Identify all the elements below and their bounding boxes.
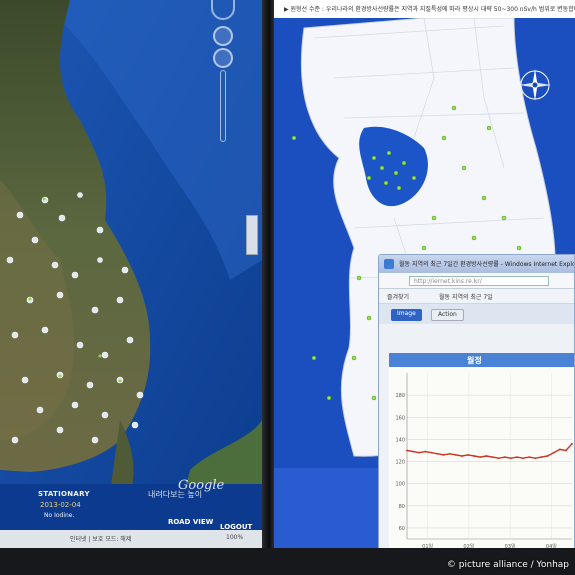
data-point — [442, 453, 445, 456]
info-bar: ▶ 원형선 수준 : 우리나라의 환경방사선량률은 지역과 지질특성에 따라 평… — [274, 0, 575, 18]
address-bar: http://iernet.kins.re.kr/ — [379, 273, 574, 289]
data-point — [412, 450, 415, 453]
compass-icon — [519, 69, 551, 101]
y-tick-label: 160 — [395, 415, 405, 421]
y-tick-label: 60 — [399, 526, 405, 532]
road-view-button[interactable]: ROAD VIEW — [168, 518, 213, 526]
radiation-line-chart: 60 80 100 120 140 160 180 01일 02일 03일 04일 — [389, 367, 574, 553]
view-tabs: Image Action — [379, 304, 574, 324]
data-point — [430, 451, 433, 454]
y-tick-label: 180 — [395, 393, 405, 399]
zoom-out-icon[interactable] — [213, 48, 233, 68]
data-point — [479, 456, 482, 459]
pan-control-icon[interactable] — [211, 0, 235, 20]
data-point — [424, 450, 427, 453]
y-tick-label: 120 — [395, 460, 405, 466]
data-point — [406, 449, 408, 452]
data-point — [540, 456, 543, 459]
station-note: No Iodine. — [44, 512, 75, 519]
status-text: 인터넷 | 보호 모드: 해제 — [70, 536, 132, 543]
y-tick-label: 100 — [395, 482, 405, 488]
data-point — [534, 457, 537, 460]
info-bar-text: ▶ 원형선 수준 : 우리나라의 환경방사선량률은 지역과 지질특성에 따라 평… — [284, 6, 575, 13]
data-point — [473, 455, 476, 457]
chart-svg: 608010012014016018001일 02일 03일 04일 — [395, 373, 573, 550]
chart-header: 월정 — [389, 353, 574, 367]
page-tab[interactable]: 월동 지역의 최근 7일 — [439, 292, 493, 301]
tab-action[interactable]: Action — [431, 309, 464, 321]
data-point — [522, 457, 525, 460]
data-point — [497, 457, 500, 460]
data-point — [552, 451, 555, 454]
zoom-level[interactable]: 100% — [226, 534, 243, 541]
radiation-chart-window[interactable]: 월동 지역의 최근 7일간 환경방사선량률 - Windows Internet… — [378, 254, 575, 554]
address-field[interactable]: http://iernet.kins.re.kr/ — [409, 276, 549, 286]
monitor-bezel — [262, 0, 274, 575]
data-point — [418, 451, 421, 454]
data-point — [558, 448, 561, 451]
data-point — [571, 442, 573, 445]
browser-icon — [384, 259, 394, 269]
data-point — [467, 453, 470, 456]
data-point — [564, 449, 567, 452]
data-point — [509, 457, 512, 460]
data-point — [448, 452, 451, 455]
address-text: http://iernet.kins.re.kr/ — [414, 278, 482, 285]
data-point — [516, 456, 518, 459]
zoom-in-icon[interactable] — [213, 26, 233, 46]
photo-credit: © picture alliance / Yonhap — [446, 560, 569, 570]
y-tick-label: 80 — [399, 504, 405, 510]
chart-title: 월정 — [467, 356, 482, 365]
data-point — [485, 455, 488, 457]
window-titlebar[interactable]: 월동 지역의 최근 7일간 환경방사선량률 - Windows Internet… — [379, 255, 574, 273]
tab-image[interactable]: Image — [391, 309, 422, 321]
left-monitor-screen: Google 내려다보는 높이 STATIONARY 2013-02-04 No… — [0, 0, 262, 548]
y-tick-label: 140 — [395, 437, 405, 443]
browser-status-bar: 인터넷 | 보호 모드: 해제 100% — [0, 530, 262, 548]
map-credit-text: 내려다보는 높이 — [148, 490, 203, 499]
favorites-bar: 즐겨찾기 월동 지역의 최근 7일 — [379, 289, 574, 304]
data-point — [503, 456, 506, 459]
zoom-slider[interactable] — [220, 70, 226, 142]
data-point — [454, 453, 457, 456]
favorites-button[interactable]: 즐겨찾기 — [387, 292, 409, 301]
data-point — [546, 455, 549, 457]
station-date: 2013-02-04 — [40, 501, 81, 509]
data-point — [528, 456, 531, 459]
map-zoom-control[interactable] — [205, 0, 241, 150]
side-panel-toggle[interactable] — [246, 215, 258, 255]
station-status-label: STATIONARY — [38, 490, 90, 498]
data-point — [436, 452, 439, 455]
data-point — [491, 456, 494, 459]
data-point — [461, 455, 463, 457]
window-title: 월동 지역의 최근 7일간 환경방사선량률 - Windows Internet… — [399, 261, 575, 268]
